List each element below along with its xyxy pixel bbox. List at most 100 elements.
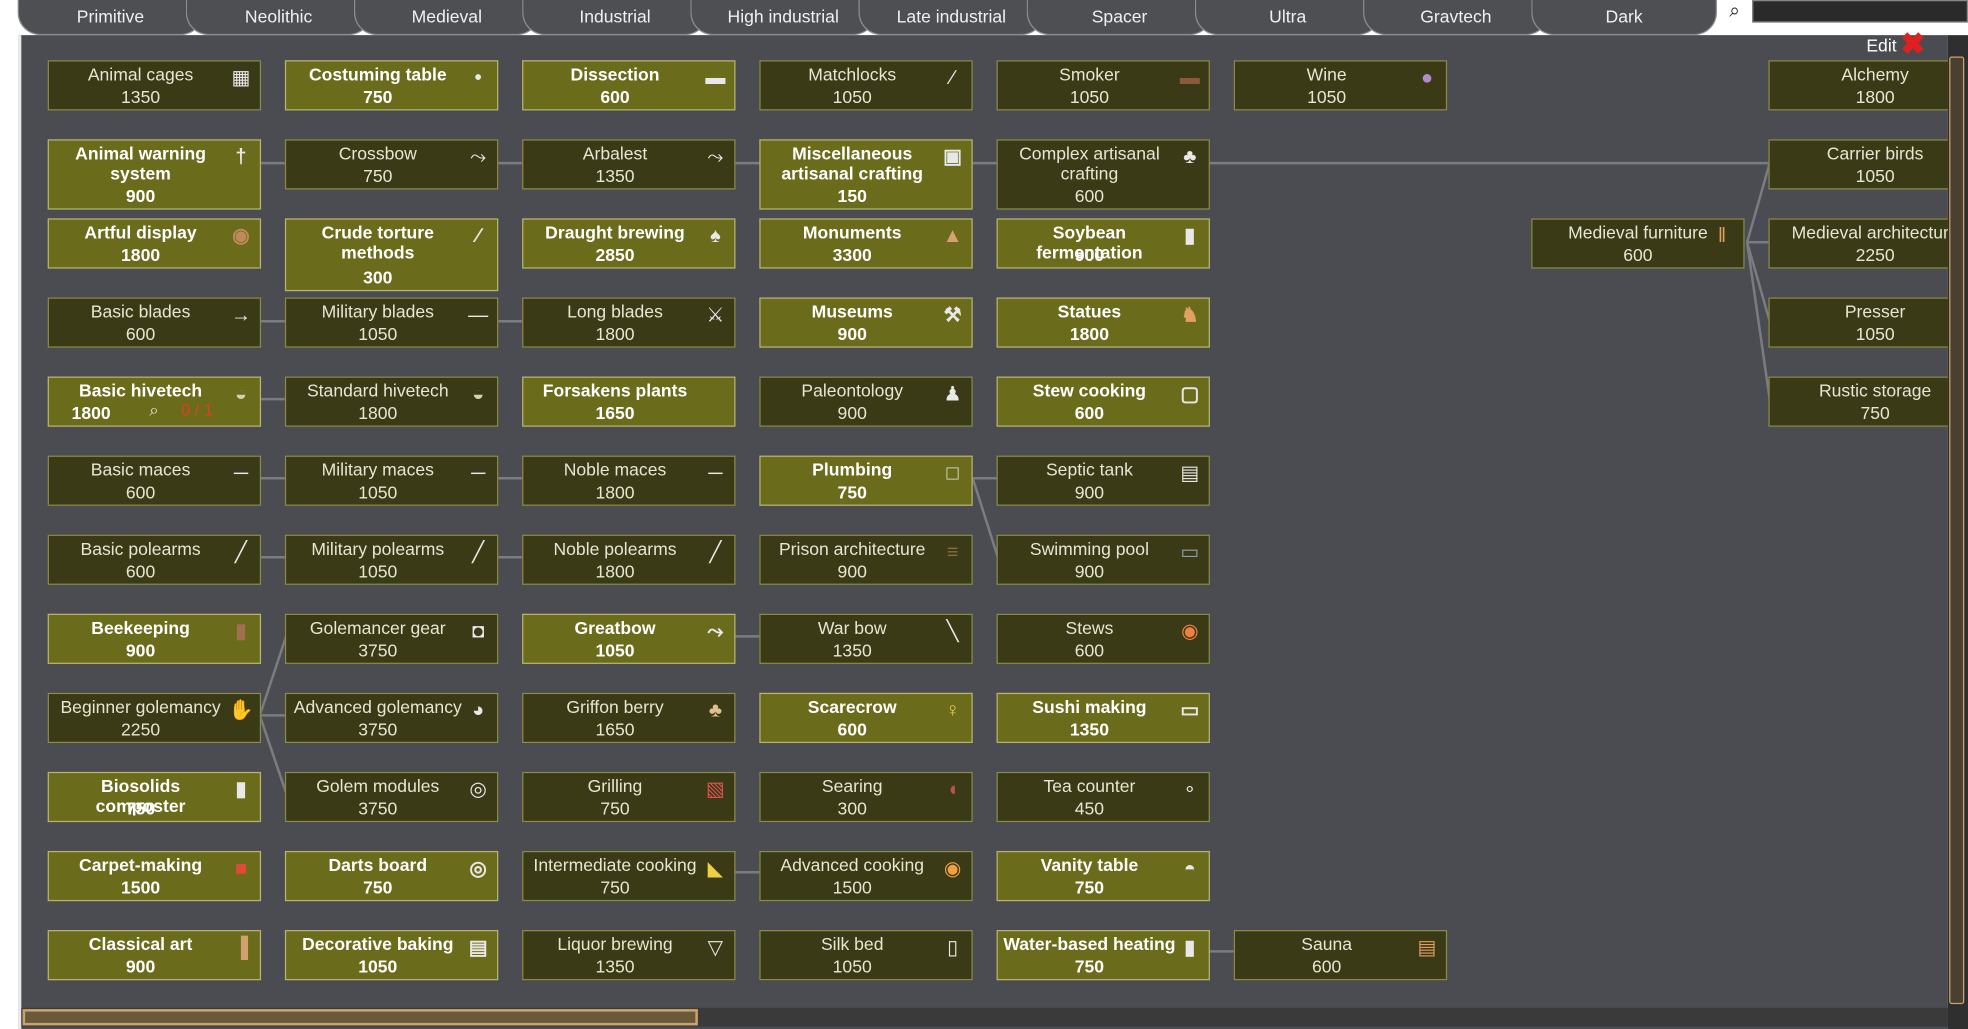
search-icon[interactable]: ⌕	[1719, 0, 1749, 23]
research-node[interactable]: Museums 900 ⚒	[759, 297, 973, 348]
research-node[interactable]: Smoker 1050 ▬	[996, 60, 1210, 111]
research-node[interactable]: Rustic storage 750	[1768, 376, 1948, 427]
research-cost: 900	[125, 640, 156, 661]
research-node[interactable]: Crossbow 750 ⤳	[284, 139, 499, 190]
research-node[interactable]: Vanity table 750 ◓	[996, 850, 1210, 902]
tea-icon: ∘	[1183, 779, 1197, 801]
research-node[interactable]: Scarecrow 600 ♀	[759, 692, 973, 744]
research-node[interactable]: Plumbing 750 □	[759, 455, 973, 506]
research-node[interactable]: Standard hivetech 1800 ◒	[284, 376, 499, 427]
close-icon[interactable]: ✖	[1900, 29, 1925, 60]
research-node[interactable]: Decorative baking 1050 ▤	[284, 930, 499, 981]
tab-medieval[interactable]: Medieval	[353, 0, 540, 36]
grill-icon: ▧	[705, 779, 725, 801]
research-label: Prison architecture	[778, 538, 926, 559]
research-node[interactable]: Costuming table 750 •	[284, 60, 499, 111]
research-tree-canvas[interactable]: Animal cages 1350 ▦ Costuming table 750 • Diss…	[18, 35, 1948, 1029]
research-node[interactable]: Sushi making 1350 ▭	[996, 692, 1210, 744]
research-node[interactable]: Golem modules 3750 ◎	[284, 771, 499, 823]
research-node[interactable]: Monuments 3300 ▲	[759, 218, 973, 269]
research-node[interactable]: Basic polearms 600 ╱	[47, 534, 262, 585]
research-node[interactable]: Basic hivetech 1800 ◒ ⌕ 0 / 1	[47, 376, 262, 427]
research-node[interactable]: Classical art 900 ▐	[47, 930, 262, 981]
research-node[interactable]: Golemancer gear 3750 ◘	[284, 613, 499, 664]
horizontal-scroll-thumb[interactable]	[22, 1009, 698, 1026]
tab-ultra[interactable]: Ultra	[1194, 0, 1381, 36]
research-node[interactable]: Crude torture methods 300 ∕	[284, 218, 499, 292]
research-label: Plumbing	[812, 459, 893, 480]
research-node[interactable]: Stews 600 ◉	[996, 613, 1210, 664]
research-node[interactable]: Animal cages 1350 ▦	[47, 60, 262, 111]
research-label: Darts board	[328, 854, 428, 875]
research-node[interactable]: Advanced golemancy 3750 ◕	[284, 692, 499, 744]
research-node[interactable]: Noble polearms 1800 ╱	[522, 534, 736, 585]
research-node[interactable]: Dissection 600 ▬	[522, 60, 736, 111]
research-node[interactable]: Carrier birds 1050	[1768, 139, 1948, 190]
tab-late-industrial[interactable]: Late industrial	[858, 0, 1045, 36]
edit-label[interactable]: Edit	[1866, 35, 1896, 55]
research-node[interactable]: Biosolids composter 750 ▮	[47, 771, 262, 823]
research-node[interactable]: Basic maces 600 ─	[47, 455, 262, 506]
tab-dark[interactable]: Dark	[1531, 0, 1717, 36]
research-cost: 750	[837, 481, 867, 503]
tab-spacer[interactable]: Spacer	[1026, 0, 1213, 36]
tab-high-industrial[interactable]: High industrial	[690, 0, 877, 36]
research-node[interactable]: Prison architecture 900 ≡	[759, 534, 973, 585]
tab-primitive[interactable]: Primitive	[17, 0, 204, 36]
research-node[interactable]: Basic blades 600 →	[47, 297, 262, 348]
research-node[interactable]: Liquor brewing 1350 ▽	[522, 930, 736, 981]
research-node[interactable]: Medieval architecture 2250	[1768, 218, 1948, 269]
tab-industrial[interactable]: Industrial	[522, 0, 708, 36]
research-node[interactable]: Noble maces 1800 ─	[522, 455, 736, 506]
research-node[interactable]: Septic tank 900 ▤	[996, 455, 1210, 506]
research-node[interactable]: Tea counter 450 ∘	[996, 771, 1210, 823]
mace-icon: ─	[708, 463, 723, 485]
research-node[interactable]: War bow 1350 ╲	[759, 613, 973, 664]
research-node[interactable]: Animal warning system 900 †	[47, 139, 262, 210]
search-input[interactable]	[1752, 0, 1968, 23]
research-node[interactable]: Swimming pool 900 ▭	[996, 534, 1210, 585]
research-node[interactable]: Statues 1800 ♞	[996, 297, 1210, 348]
research-node[interactable]: Forsakens plants 1650	[522, 376, 736, 427]
research-cost: 750	[1074, 877, 1105, 898]
research-node[interactable]: Advanced cooking 1500 ◉	[759, 850, 973, 902]
research-node[interactable]: Soybean fermentation 900 ▮	[996, 218, 1210, 269]
research-node[interactable]: Carpet-making 1500 ■	[47, 850, 262, 902]
research-node[interactable]: Griffon berry 1650 ♣	[522, 692, 736, 744]
research-cost: 1800	[1069, 323, 1109, 344]
research-cost: 1650	[595, 402, 635, 423]
research-cost: 600	[1311, 956, 1342, 977]
research-label: Stews	[1065, 617, 1114, 638]
research-node[interactable]: Military maces 1050 ─	[284, 455, 499, 506]
research-node[interactable]: Draught brewing 2850 ♠	[522, 218, 736, 269]
research-node[interactable]: Alchemy 1800	[1768, 60, 1948, 111]
research-node[interactable]: Complex artisanal crafting 600 ♣	[996, 139, 1210, 210]
research-node[interactable]: Beekeeping 900 ▮	[47, 613, 262, 664]
research-label: Vanity table	[1040, 854, 1139, 875]
research-node[interactable]: Military blades 1050 —	[284, 297, 499, 348]
research-node[interactable]: Miscellaneous artisanal crafting 150 ▣	[759, 139, 973, 210]
research-node[interactable]: Medieval furniture 600 ‖	[1531, 218, 1745, 269]
research-node[interactable]: Silk bed 1050 ▯	[759, 930, 973, 981]
research-node[interactable]: Searing 300 ◖	[759, 771, 973, 823]
research-node[interactable]: Intermediate cooking 750 ◣	[522, 850, 736, 902]
research-node[interactable]: Presser 1050	[1768, 297, 1948, 348]
tab-neolithic[interactable]: Neolithic	[185, 0, 372, 36]
research-node[interactable]: Grilling 750 ▧	[522, 771, 736, 823]
research-node[interactable]: Paleontology 900 ♟	[759, 376, 973, 427]
research-node[interactable]: Darts board 750 ◎	[284, 850, 499, 902]
research-node[interactable]: Arbalest 1350 ⤳	[522, 139, 736, 190]
research-node[interactable]: Matchlocks 1050 ∕	[759, 60, 973, 111]
research-node[interactable]: Water-based heating 750 ▮	[996, 930, 1210, 981]
research-node[interactable]: Sauna 600 ▤	[1233, 930, 1448, 981]
tab-gravtech[interactable]: Gravtech	[1363, 0, 1549, 36]
research-label: War bow	[817, 617, 887, 638]
vertical-scroll-thumb[interactable]	[1949, 56, 1965, 1005]
research-node[interactable]: Artful display 1800 ◉	[47, 218, 262, 269]
research-node[interactable]: Beginner golemancy 2250 ✋	[47, 692, 262, 744]
research-node[interactable]: Long blades 1800 ⚔	[522, 297, 736, 348]
research-node[interactable]: Greatbow 1050 ⤳	[522, 613, 736, 664]
research-node[interactable]: Military polearms 1050 ╱	[284, 534, 499, 585]
research-node[interactable]: Wine 1050 ●	[1233, 60, 1448, 111]
research-node[interactable]: Stew cooking 600 ▢	[996, 376, 1210, 427]
